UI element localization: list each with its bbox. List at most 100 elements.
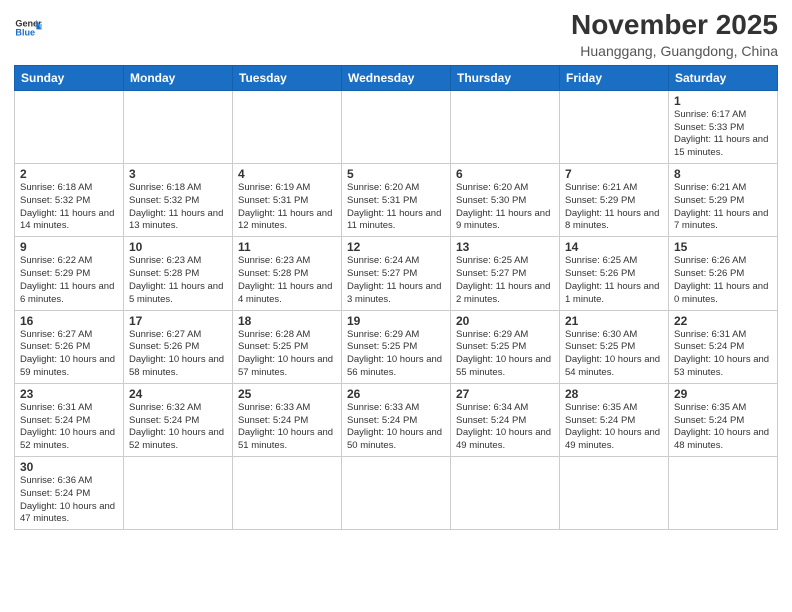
table-row: 19Sunrise: 6:29 AM Sunset: 5:25 PM Dayli…: [342, 310, 451, 383]
day-number: 1: [674, 94, 772, 108]
day-info: Sunrise: 6:25 AM Sunset: 5:26 PM Dayligh…: [565, 255, 663, 306]
day-info: Sunrise: 6:25 AM Sunset: 5:27 PM Dayligh…: [456, 255, 554, 306]
day-info: Sunrise: 6:29 AM Sunset: 5:25 PM Dayligh…: [456, 329, 554, 380]
header-saturday: Saturday: [669, 65, 778, 90]
table-row: 26Sunrise: 6:33 AM Sunset: 5:24 PM Dayli…: [342, 383, 451, 456]
logo: General Blue: [14, 14, 42, 42]
day-info: Sunrise: 6:33 AM Sunset: 5:24 PM Dayligh…: [238, 402, 336, 453]
table-row: 18Sunrise: 6:28 AM Sunset: 5:25 PM Dayli…: [233, 310, 342, 383]
table-row: [233, 457, 342, 530]
table-row: 21Sunrise: 6:30 AM Sunset: 5:25 PM Dayli…: [560, 310, 669, 383]
day-info: Sunrise: 6:36 AM Sunset: 5:24 PM Dayligh…: [20, 475, 118, 526]
table-row: 23Sunrise: 6:31 AM Sunset: 5:24 PM Dayli…: [15, 383, 124, 456]
day-info: Sunrise: 6:18 AM Sunset: 5:32 PM Dayligh…: [20, 182, 118, 233]
day-number: 7: [565, 167, 663, 181]
day-info: Sunrise: 6:23 AM Sunset: 5:28 PM Dayligh…: [129, 255, 227, 306]
day-number: 8: [674, 167, 772, 181]
day-info: Sunrise: 6:20 AM Sunset: 5:30 PM Dayligh…: [456, 182, 554, 233]
day-number: 27: [456, 387, 554, 401]
day-number: 15: [674, 240, 772, 254]
table-row: 9Sunrise: 6:22 AM Sunset: 5:29 PM Daylig…: [15, 237, 124, 310]
day-info: Sunrise: 6:19 AM Sunset: 5:31 PM Dayligh…: [238, 182, 336, 233]
page-header: General Blue November 2025 Huanggang, Gu…: [14, 10, 778, 59]
day-number: 26: [347, 387, 445, 401]
day-info: Sunrise: 6:21 AM Sunset: 5:29 PM Dayligh…: [565, 182, 663, 233]
day-info: Sunrise: 6:27 AM Sunset: 5:26 PM Dayligh…: [20, 329, 118, 380]
table-row: 24Sunrise: 6:32 AM Sunset: 5:24 PM Dayli…: [124, 383, 233, 456]
table-row: [669, 457, 778, 530]
table-row: 30Sunrise: 6:36 AM Sunset: 5:24 PM Dayli…: [15, 457, 124, 530]
calendar-title: November 2025: [571, 10, 778, 41]
day-number: 14: [565, 240, 663, 254]
day-info: Sunrise: 6:22 AM Sunset: 5:29 PM Dayligh…: [20, 255, 118, 306]
table-row: 10Sunrise: 6:23 AM Sunset: 5:28 PM Dayli…: [124, 237, 233, 310]
day-info: Sunrise: 6:27 AM Sunset: 5:26 PM Dayligh…: [129, 329, 227, 380]
table-row: [124, 90, 233, 163]
table-row: 16Sunrise: 6:27 AM Sunset: 5:26 PM Dayli…: [15, 310, 124, 383]
day-number: 12: [347, 240, 445, 254]
day-info: Sunrise: 6:18 AM Sunset: 5:32 PM Dayligh…: [129, 182, 227, 233]
table-row: 2Sunrise: 6:18 AM Sunset: 5:32 PM Daylig…: [15, 164, 124, 237]
table-row: 29Sunrise: 6:35 AM Sunset: 5:24 PM Dayli…: [669, 383, 778, 456]
table-row: 12Sunrise: 6:24 AM Sunset: 5:27 PM Dayli…: [342, 237, 451, 310]
day-info: Sunrise: 6:33 AM Sunset: 5:24 PM Dayligh…: [347, 402, 445, 453]
day-number: 9: [20, 240, 118, 254]
day-number: 25: [238, 387, 336, 401]
day-number: 5: [347, 167, 445, 181]
table-row: [124, 457, 233, 530]
day-number: 4: [238, 167, 336, 181]
day-number: 2: [20, 167, 118, 181]
day-number: 17: [129, 314, 227, 328]
day-info: Sunrise: 6:35 AM Sunset: 5:24 PM Dayligh…: [565, 402, 663, 453]
table-row: 8Sunrise: 6:21 AM Sunset: 5:29 PM Daylig…: [669, 164, 778, 237]
day-info: Sunrise: 6:34 AM Sunset: 5:24 PM Dayligh…: [456, 402, 554, 453]
svg-text:Blue: Blue: [15, 28, 35, 38]
table-row: [560, 90, 669, 163]
table-row: 14Sunrise: 6:25 AM Sunset: 5:26 PM Dayli…: [560, 237, 669, 310]
header-friday: Friday: [560, 65, 669, 90]
table-row: 17Sunrise: 6:27 AM Sunset: 5:26 PM Dayli…: [124, 310, 233, 383]
table-row: 20Sunrise: 6:29 AM Sunset: 5:25 PM Dayli…: [451, 310, 560, 383]
weekday-header-row: Sunday Monday Tuesday Wednesday Thursday…: [15, 65, 778, 90]
day-number: 24: [129, 387, 227, 401]
day-number: 3: [129, 167, 227, 181]
table-row: 13Sunrise: 6:25 AM Sunset: 5:27 PM Dayli…: [451, 237, 560, 310]
table-row: [560, 457, 669, 530]
day-number: 23: [20, 387, 118, 401]
table-row: [233, 90, 342, 163]
table-row: 15Sunrise: 6:26 AM Sunset: 5:26 PM Dayli…: [669, 237, 778, 310]
day-info: Sunrise: 6:31 AM Sunset: 5:24 PM Dayligh…: [20, 402, 118, 453]
table-row: 11Sunrise: 6:23 AM Sunset: 5:28 PM Dayli…: [233, 237, 342, 310]
table-row: [342, 457, 451, 530]
table-row: [342, 90, 451, 163]
calendar-subtitle: Huanggang, Guangdong, China: [571, 43, 778, 59]
day-number: 6: [456, 167, 554, 181]
table-row: 3Sunrise: 6:18 AM Sunset: 5:32 PM Daylig…: [124, 164, 233, 237]
day-info: Sunrise: 6:32 AM Sunset: 5:24 PM Dayligh…: [129, 402, 227, 453]
day-number: 13: [456, 240, 554, 254]
table-row: 7Sunrise: 6:21 AM Sunset: 5:29 PM Daylig…: [560, 164, 669, 237]
table-row: 4Sunrise: 6:19 AM Sunset: 5:31 PM Daylig…: [233, 164, 342, 237]
table-row: 5Sunrise: 6:20 AM Sunset: 5:31 PM Daylig…: [342, 164, 451, 237]
day-number: 29: [674, 387, 772, 401]
day-info: Sunrise: 6:24 AM Sunset: 5:27 PM Dayligh…: [347, 255, 445, 306]
table-row: 6Sunrise: 6:20 AM Sunset: 5:30 PM Daylig…: [451, 164, 560, 237]
day-info: Sunrise: 6:29 AM Sunset: 5:25 PM Dayligh…: [347, 329, 445, 380]
header-tuesday: Tuesday: [233, 65, 342, 90]
table-row: [451, 457, 560, 530]
day-info: Sunrise: 6:31 AM Sunset: 5:24 PM Dayligh…: [674, 329, 772, 380]
day-number: 30: [20, 460, 118, 474]
title-block: November 2025 Huanggang, Guangdong, Chin…: [571, 10, 778, 59]
day-info: Sunrise: 6:21 AM Sunset: 5:29 PM Dayligh…: [674, 182, 772, 233]
table-row: 28Sunrise: 6:35 AM Sunset: 5:24 PM Dayli…: [560, 383, 669, 456]
day-number: 10: [129, 240, 227, 254]
header-thursday: Thursday: [451, 65, 560, 90]
day-number: 16: [20, 314, 118, 328]
day-number: 19: [347, 314, 445, 328]
table-row: [15, 90, 124, 163]
logo-icon: General Blue: [14, 14, 42, 42]
day-info: Sunrise: 6:23 AM Sunset: 5:28 PM Dayligh…: [238, 255, 336, 306]
day-info: Sunrise: 6:35 AM Sunset: 5:24 PM Dayligh…: [674, 402, 772, 453]
day-info: Sunrise: 6:28 AM Sunset: 5:25 PM Dayligh…: [238, 329, 336, 380]
calendar-table: Sunday Monday Tuesday Wednesday Thursday…: [14, 65, 778, 531]
